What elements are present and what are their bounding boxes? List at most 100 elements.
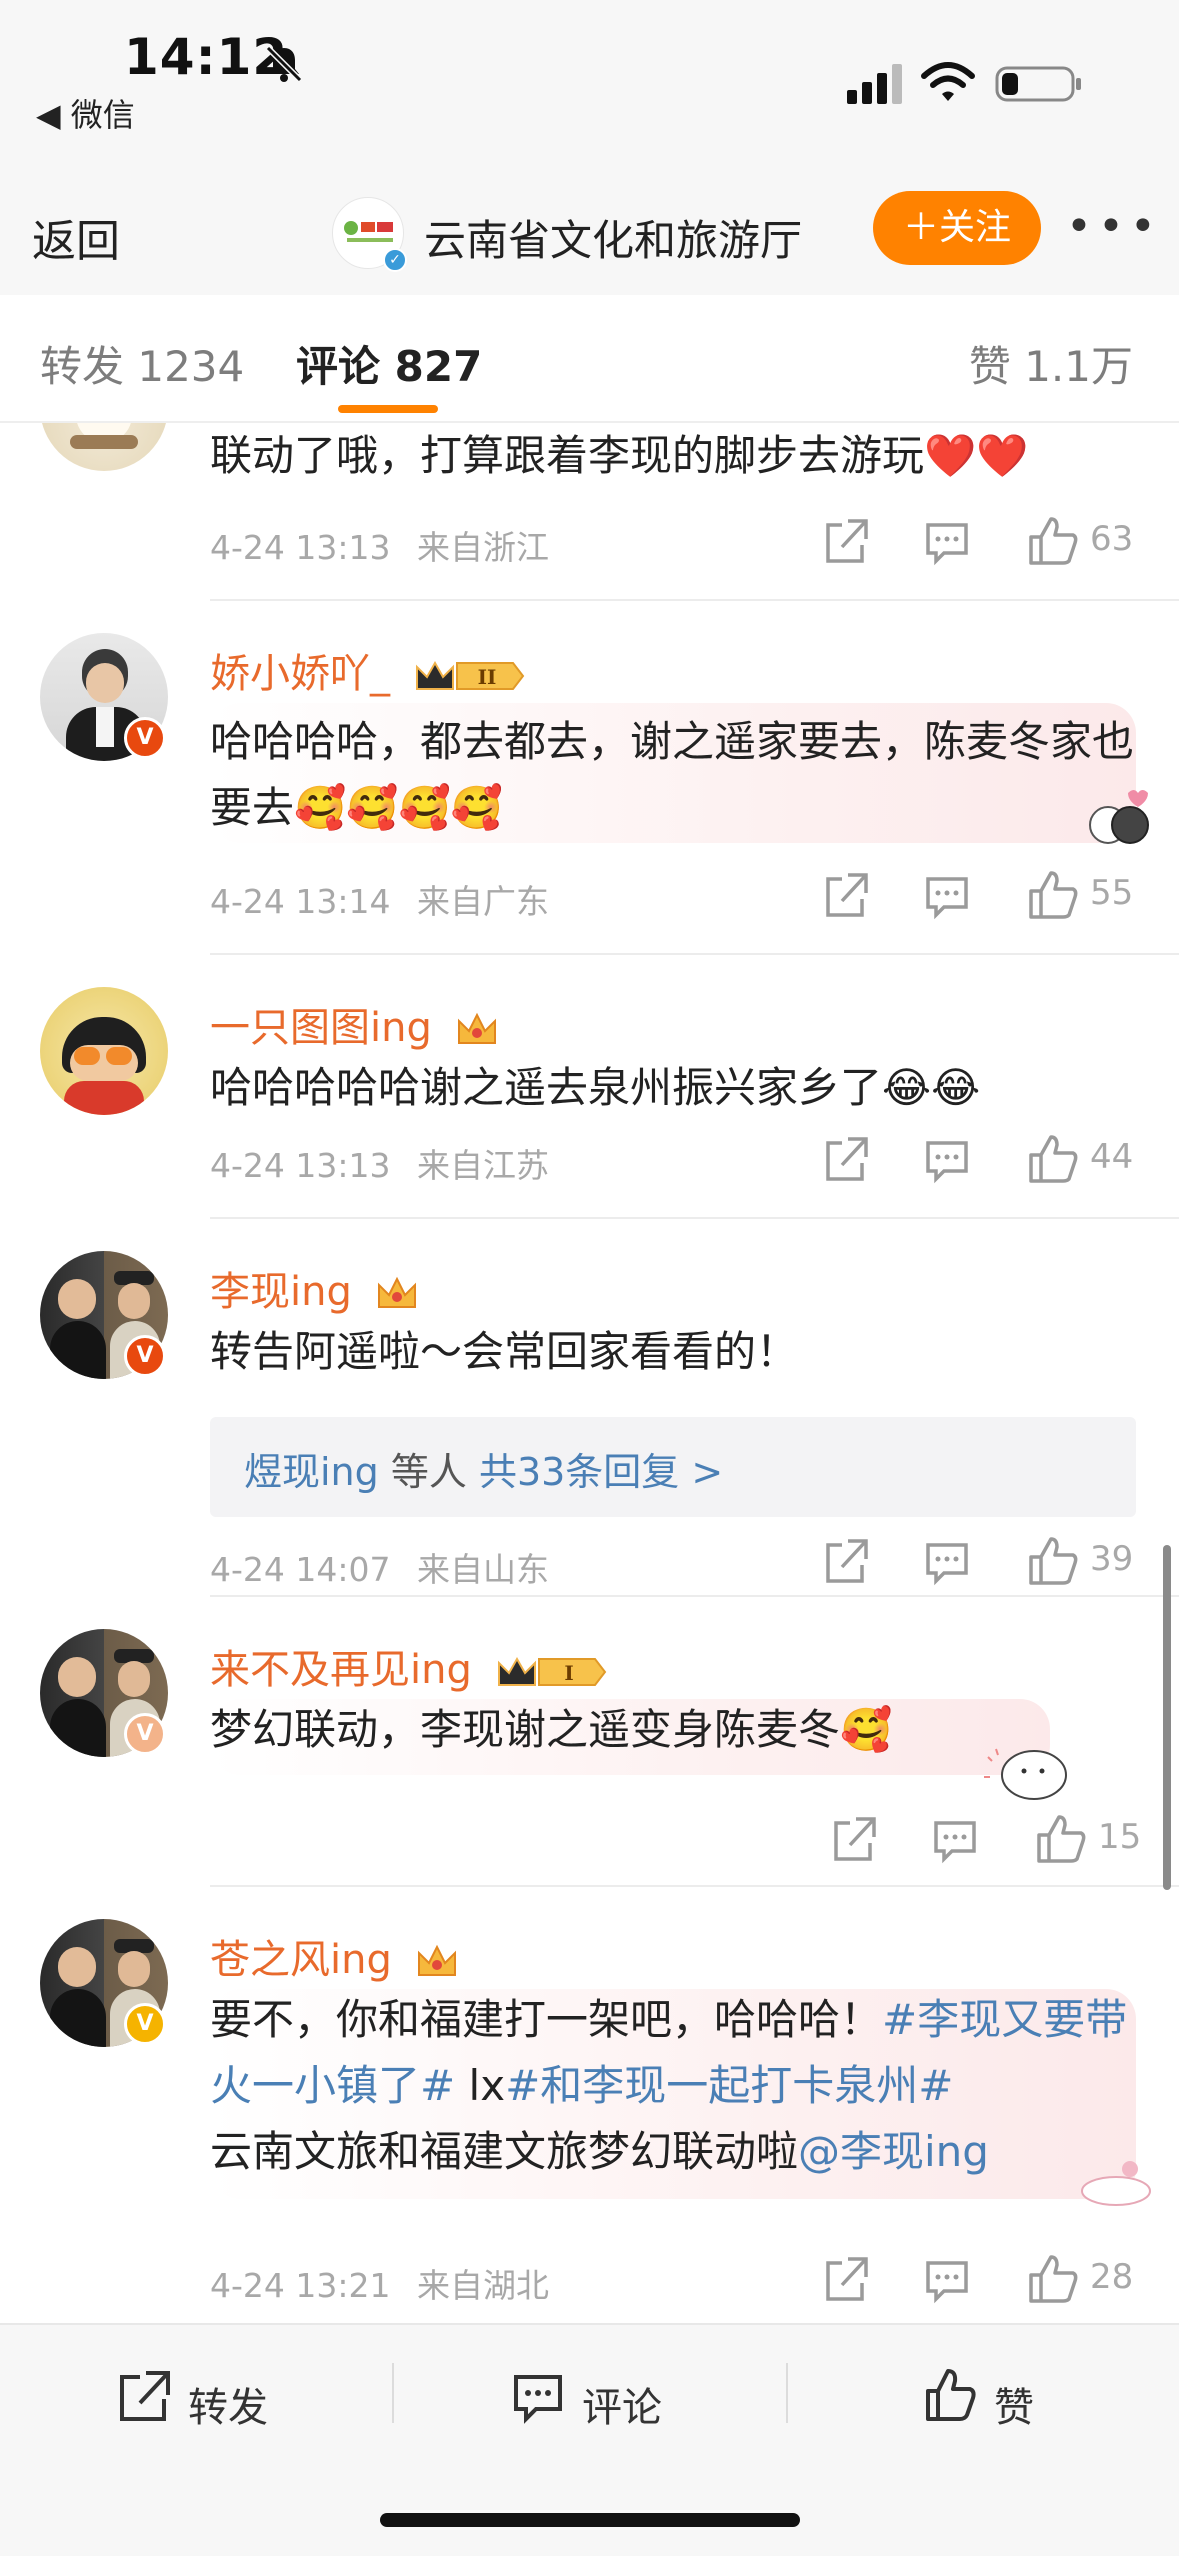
- like-count: 44: [1090, 1137, 1134, 1177]
- comment-list[interactable]: 联动了哦，打算跟着李现的脚步去游玩❤️❤️ 4-24 13:13 来自浙江 63…: [0, 423, 1179, 2323]
- divider: [210, 1885, 1179, 1887]
- comment-text-part: lx: [455, 2061, 506, 2110]
- comment-icon[interactable]: [922, 865, 972, 925]
- verified-icon: V: [124, 717, 166, 759]
- comment-item: 联动了哦，打算跟着李现的脚步去游玩❤️❤️ 4-24 13:13 来自浙江 63: [0, 423, 1179, 603]
- share-icon[interactable]: [828, 1809, 878, 1869]
- comment-item: V 来不及再见ing I 梦幻联动，李现谢之遥变身陈麦冬🥰 15: [0, 1599, 1179, 1889]
- scrollbar[interactable]: [1163, 1545, 1171, 1890]
- comment-icon[interactable]: [930, 1809, 980, 1869]
- comment-icon[interactable]: [922, 1129, 972, 1189]
- avatar[interactable]: [40, 987, 168, 1115]
- bottom-like-button[interactable]: 赞: [922, 2365, 1072, 2435]
- replies-summary[interactable]: 煜现ing 等人 共33条回复 >: [244, 1441, 723, 1496]
- username[interactable]: 来不及再见ing I: [210, 1637, 607, 1695]
- comment-actions: 28: [820, 2249, 1150, 2309]
- follow-button[interactable]: ＋关注: [873, 191, 1041, 265]
- comment-location: 来自广东: [417, 882, 549, 921]
- like-count: 39: [1090, 1539, 1134, 1579]
- nav-bar: 返回 ✓ 云南省文化和旅游厅 ＋关注 •••: [0, 185, 1179, 295]
- comment-time: 4-24 14:07: [210, 1550, 391, 1589]
- avatar[interactable]: [40, 423, 168, 471]
- mention-link[interactable]: @李现ing: [798, 2127, 989, 2176]
- account-name[interactable]: 云南省文化和旅游厅: [424, 207, 802, 268]
- crown-icon: II: [415, 660, 524, 690]
- comment-actions: 39: [820, 1531, 1150, 1591]
- comment-text: 要不，你和福建打一架吧，哈哈哈！#李现又要带火一小镇了# lx#和李现一起打卡泉…: [210, 1987, 1140, 2185]
- reply-count-link[interactable]: 共33条回复 >: [479, 1450, 723, 1494]
- comment-text: 哈哈哈哈哈谢之遥去泉州振兴家乡了😂😂: [210, 1063, 981, 1112]
- tab-bar: 转发 1234 评论 827 赞 1.1万: [0, 295, 1179, 423]
- like-count: 15: [1098, 1817, 1142, 1857]
- share-icon[interactable]: [820, 511, 870, 571]
- replies-preview[interactable]: 煜现ing 等人 共33条回复 >: [210, 1417, 1136, 1517]
- avatar[interactable]: V: [40, 1251, 168, 1379]
- like-count: 63: [1090, 519, 1134, 559]
- bottom-forward-button[interactable]: 转发: [116, 2365, 316, 2435]
- share-icon[interactable]: [820, 865, 870, 925]
- divider: [210, 599, 1179, 601]
- reply-user[interactable]: 煜现ing: [244, 1450, 379, 1494]
- comment-text: 哈哈哈哈，都去都去，谢之遥家要去，陈麦冬家也要去🥰🥰🥰🥰: [210, 717, 1135, 832]
- account-avatar[interactable]: ✓: [332, 197, 407, 272]
- username-text: 娇小娇吖_: [210, 651, 390, 697]
- bell-slash-icon: [265, 45, 303, 83]
- level-badge: II: [477, 665, 496, 689]
- comment-icon[interactable]: [922, 511, 972, 571]
- divider: [392, 2363, 394, 2423]
- username[interactable]: 李现ing: [210, 1259, 419, 1317]
- wifi-icon: [921, 62, 975, 101]
- like-icon[interactable]: [1033, 1809, 1089, 1869]
- comment-text: 梦幻联动，李现谢之遥变身陈麦冬🥰: [210, 1705, 893, 1754]
- comment-item: 一只图图ing 哈哈哈哈哈谢之遥去泉州振兴家乡了😂😂 4-24 13:13 来自…: [0, 957, 1179, 1221]
- battery-icon: [995, 66, 1081, 102]
- back-button[interactable]: 返回: [32, 205, 120, 269]
- comment-icon[interactable]: [922, 2249, 972, 2309]
- username-text: 李现ing: [210, 1269, 352, 1315]
- comment-location: 来自山东: [417, 1550, 549, 1589]
- topic-link[interactable]: #和李现一起打卡泉州#: [505, 2061, 953, 2110]
- comment-time: 4-24 13:21: [210, 2266, 391, 2305]
- comment-meta: 4-24 13:21 来自湖北: [210, 2259, 549, 2307]
- like-icon[interactable]: [1025, 1129, 1081, 1189]
- like-icon[interactable]: [1025, 511, 1081, 571]
- comment-meta: 4-24 13:14 来自广东: [210, 875, 549, 923]
- comment-item: V 娇小娇吖_ II 哈哈哈哈，都去都去，谢之遥家要去，陈麦冬家也要去🥰🥰🥰🥰 …: [0, 603, 1179, 957]
- comment-text: 转告阿遥啦～会常回家看看的！: [210, 1327, 799, 1376]
- comment-icon: [514, 2375, 562, 2424]
- back-to-app[interactable]: ◀ 微信: [36, 90, 135, 136]
- share-icon[interactable]: [820, 1531, 870, 1591]
- username[interactable]: 一只图图ing: [210, 995, 499, 1053]
- bottom-like-label: 赞: [994, 2385, 1034, 2431]
- account-logo-icon: [344, 221, 393, 242]
- tab-comment[interactable]: 评论 827: [296, 333, 482, 394]
- crown-icon: I: [497, 1656, 606, 1686]
- comment-location: 来自浙江: [417, 528, 549, 567]
- username[interactable]: 苍之风ing: [210, 1927, 459, 1985]
- home-indicator[interactable]: [380, 2513, 800, 2527]
- reply-mid: 等人: [378, 1450, 479, 1494]
- comment-item: V 苍之风ing 要不，你和福建打一架吧，哈哈哈！#李现又要带火一小镇了# lx…: [0, 1889, 1179, 2323]
- comment-item: V 李现ing 转告阿遥啦～会常回家看看的！ 煜现ing 等人 共33条回复 >…: [0, 1221, 1179, 1599]
- bottom-comment-button[interactable]: 评论: [510, 2365, 710, 2435]
- level-badge: I: [564, 1661, 573, 1685]
- comment-meta: 4-24 13:13 来自浙江: [210, 521, 549, 569]
- crown-icon: [457, 1012, 496, 1044]
- share-icon: [120, 2371, 170, 2421]
- avatar[interactable]: V: [40, 633, 168, 761]
- comment-actions: 44: [820, 1129, 1150, 1189]
- username[interactable]: 娇小娇吖_ II: [210, 641, 525, 699]
- share-icon[interactable]: [820, 2249, 870, 2309]
- tab-forward[interactable]: 转发 1234: [40, 333, 244, 394]
- like-icon[interactable]: [1025, 2249, 1081, 2309]
- comment-icon[interactable]: [922, 1531, 972, 1591]
- like-icon[interactable]: [1025, 1531, 1081, 1591]
- avatar[interactable]: V: [40, 1629, 168, 1757]
- crown-icon: [417, 1944, 456, 1976]
- tab-like[interactable]: 赞 1.1万: [969, 333, 1133, 394]
- more-options-icon[interactable]: •••: [1066, 201, 1162, 252]
- share-icon[interactable]: [820, 1129, 870, 1189]
- comment-actions: 15: [828, 1809, 1158, 1869]
- like-icon[interactable]: [1025, 865, 1081, 925]
- avatar[interactable]: V: [40, 1919, 168, 2047]
